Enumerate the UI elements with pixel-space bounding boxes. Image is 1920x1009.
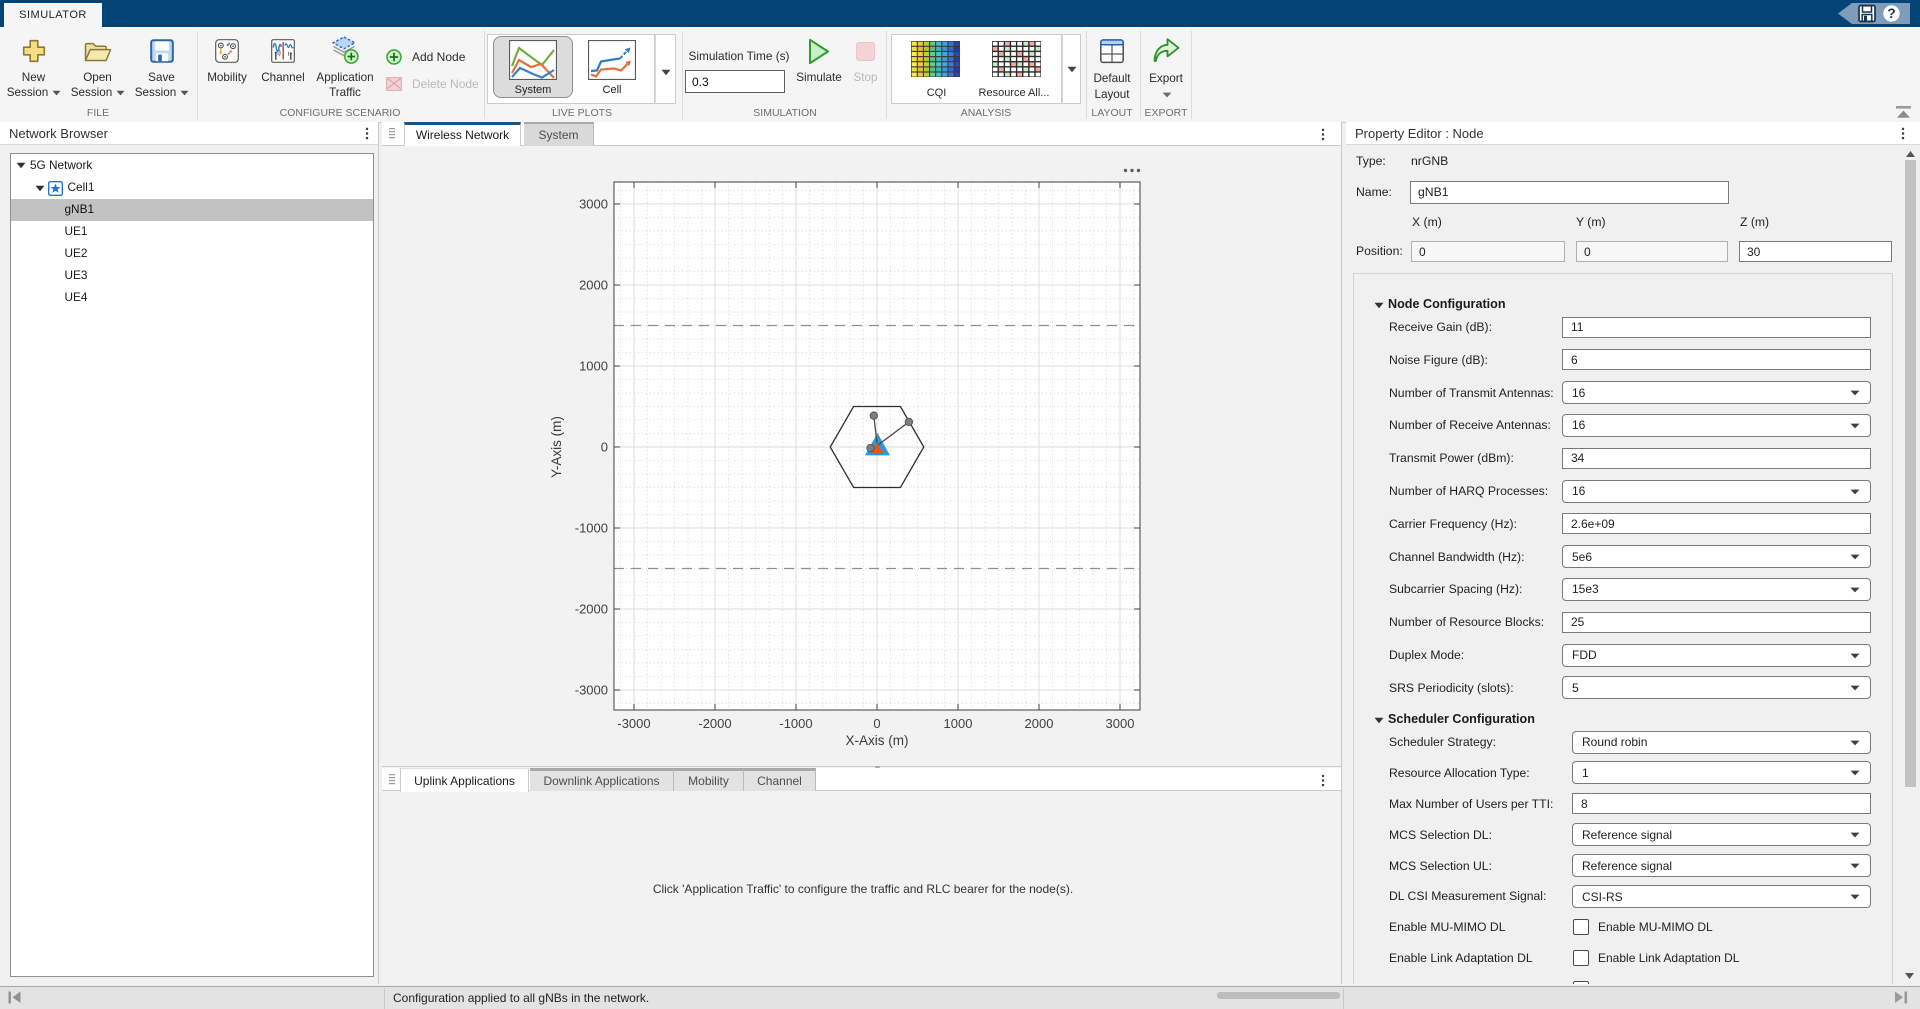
svg-text:3000: 3000: [1106, 716, 1135, 731]
svg-text:1000: 1000: [579, 359, 608, 374]
svg-text:1000: 1000: [944, 716, 973, 731]
svg-text:-2000: -2000: [575, 602, 608, 617]
svg-text:2000: 2000: [579, 278, 608, 293]
svg-text:-3000: -3000: [617, 716, 650, 731]
svg-text:-1000: -1000: [575, 521, 608, 536]
svg-text:0: 0: [601, 440, 608, 455]
svg-text:2000: 2000: [1025, 716, 1054, 731]
svg-text:0: 0: [873, 716, 880, 731]
svg-text:-1000: -1000: [779, 716, 812, 731]
svg-text:-3000: -3000: [575, 683, 608, 698]
svg-text:?: ?: [1887, 6, 1895, 21]
svg-text:X-Axis (m): X-Axis (m): [846, 733, 909, 748]
svg-text:-2000: -2000: [698, 716, 731, 731]
svg-text:Y-Axis (m): Y-Axis (m): [549, 416, 564, 478]
svg-text:3000: 3000: [579, 197, 608, 212]
